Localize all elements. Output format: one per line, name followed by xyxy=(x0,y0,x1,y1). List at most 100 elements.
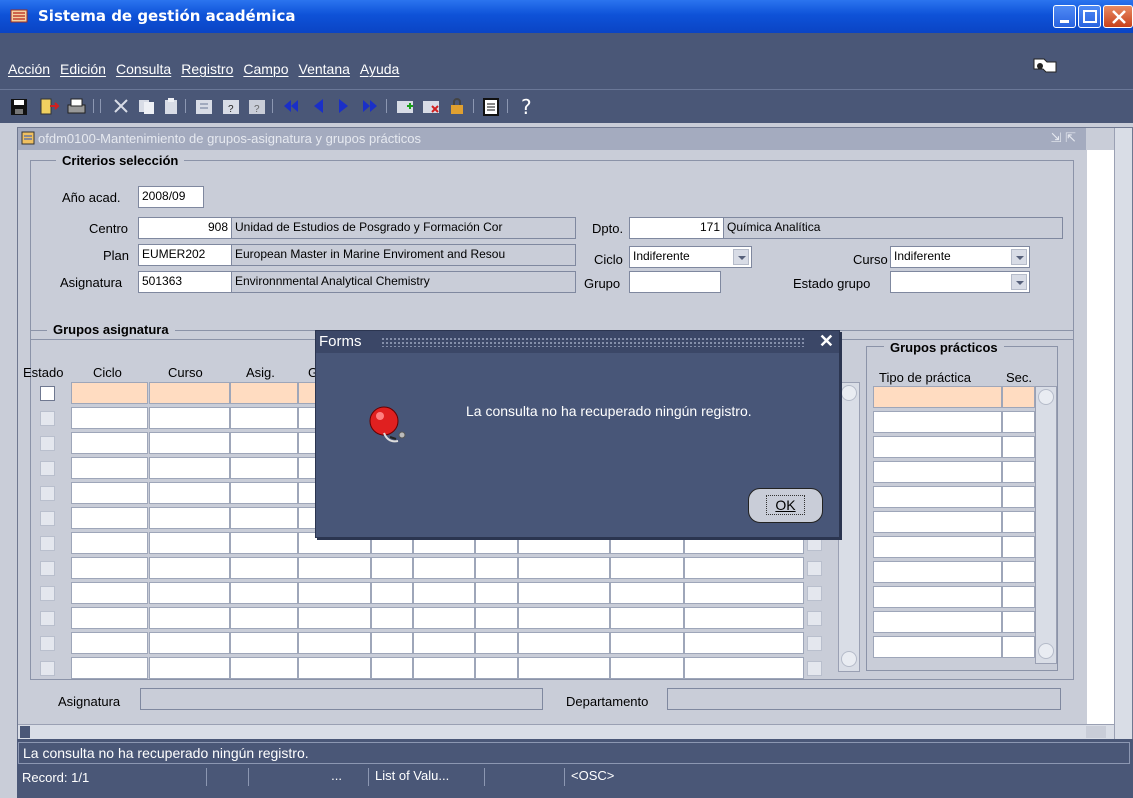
help-icon[interactable]: ? xyxy=(516,94,538,118)
grid-cell[interactable] xyxy=(413,632,475,654)
delete-record-icon[interactable] xyxy=(420,94,442,118)
grid-cell[interactable] xyxy=(71,582,148,604)
grid-cell[interactable] xyxy=(475,607,518,629)
list-values-icon[interactable] xyxy=(480,94,502,118)
grid-cell[interactable] xyxy=(149,507,230,529)
grid-cell[interactable] xyxy=(149,482,230,504)
grid-cell[interactable] xyxy=(371,607,413,629)
ok-button[interactable]: OK xyxy=(748,488,823,523)
cut-icon[interactable] xyxy=(110,94,132,118)
practicos-cell[interactable] xyxy=(1002,511,1035,533)
plan-code-field[interactable]: EUMER202 xyxy=(138,244,232,266)
practicos-cell[interactable] xyxy=(1002,536,1035,558)
menu-consulta[interactable]: Consulta xyxy=(116,61,171,77)
grid-cell[interactable] xyxy=(230,632,298,654)
grid-cell[interactable] xyxy=(230,482,298,504)
grid-cell[interactable] xyxy=(475,657,518,679)
grid-cell[interactable] xyxy=(413,582,475,604)
grid-cell[interactable] xyxy=(230,582,298,604)
grid-cell[interactable] xyxy=(71,482,148,504)
estado-checkbox[interactable] xyxy=(40,511,55,526)
grid-cell[interactable] xyxy=(518,632,610,654)
practicos-cell[interactable] xyxy=(1002,436,1035,458)
chevron-down-icon[interactable] xyxy=(733,249,749,265)
grid-cell[interactable] xyxy=(371,632,413,654)
practicos-cell[interactable] xyxy=(873,586,1002,608)
practicos-cell[interactable] xyxy=(873,486,1002,508)
minimize-button[interactable] xyxy=(1053,5,1076,28)
centro-code-field[interactable]: 908 xyxy=(138,217,232,239)
grid-cell[interactable] xyxy=(413,607,475,629)
next-record-icon[interactable] xyxy=(333,94,355,118)
grid-cell[interactable] xyxy=(149,582,230,604)
grid-cell[interactable] xyxy=(298,582,371,604)
row-checkbox[interactable] xyxy=(807,536,822,551)
grid-cell[interactable] xyxy=(71,557,148,579)
scroll-down-icon[interactable] xyxy=(841,651,857,667)
grid-cell[interactable] xyxy=(71,432,148,454)
grid-cell[interactable] xyxy=(518,657,610,679)
grid-cell[interactable] xyxy=(71,607,148,629)
practicos-cell[interactable] xyxy=(873,611,1002,633)
grid-cell[interactable] xyxy=(149,432,230,454)
asignatura-code-field[interactable]: 501363 xyxy=(138,271,232,293)
practicos-cell[interactable] xyxy=(873,411,1002,433)
grid-cell[interactable] xyxy=(230,457,298,479)
estado-checkbox[interactable] xyxy=(40,586,55,601)
grid-cell[interactable] xyxy=(518,582,610,604)
menu-registro[interactable]: Registro xyxy=(181,61,233,77)
grid-cell[interactable] xyxy=(149,532,230,554)
practicos-cell[interactable] xyxy=(1002,611,1035,633)
practicos-cell[interactable] xyxy=(873,511,1002,533)
previous-record-icon[interactable] xyxy=(307,94,329,118)
grid-cell[interactable] xyxy=(475,557,518,579)
menu-ventana[interactable]: Ventana xyxy=(299,61,350,77)
grid-cell[interactable] xyxy=(149,607,230,629)
dpto-code-field[interactable]: 171 xyxy=(629,217,724,239)
grid-cell[interactable] xyxy=(230,657,298,679)
grid-cell[interactable] xyxy=(518,607,610,629)
grid-cell[interactable] xyxy=(230,507,298,529)
grid-cell[interactable] xyxy=(371,657,413,679)
scroll-right-icon[interactable] xyxy=(1086,726,1106,738)
scroll-down-icon[interactable] xyxy=(1038,643,1054,659)
menu-ayuda[interactable]: Ayuda xyxy=(360,61,399,77)
grid-cell[interactable] xyxy=(610,632,684,654)
grid-cell[interactable] xyxy=(71,657,148,679)
grid-cell[interactable] xyxy=(149,657,230,679)
menu-campo[interactable]: Campo xyxy=(243,61,288,77)
grid-cell[interactable] xyxy=(149,557,230,579)
estado-checkbox[interactable] xyxy=(40,411,55,426)
grid-cell[interactable] xyxy=(684,632,804,654)
practicos-cell[interactable] xyxy=(1002,486,1035,508)
practicos-cell[interactable] xyxy=(1002,636,1035,658)
practicos-cell[interactable] xyxy=(873,636,1002,658)
next-block-icon[interactable] xyxy=(359,94,381,118)
row-checkbox[interactable] xyxy=(807,636,822,651)
grid-cell[interactable] xyxy=(518,557,610,579)
save-icon[interactable] xyxy=(8,94,30,118)
grid-cell[interactable] xyxy=(149,632,230,654)
grid-cell[interactable] xyxy=(71,507,148,529)
curso-select[interactable]: Indiferente xyxy=(890,246,1030,268)
grid-cell[interactable] xyxy=(413,657,475,679)
estado-checkbox[interactable] xyxy=(40,386,55,401)
row-checkbox[interactable] xyxy=(807,661,822,676)
scroll-left-icon[interactable] xyxy=(20,726,30,738)
maximize-button[interactable] xyxy=(1078,5,1101,28)
estado-checkbox[interactable] xyxy=(40,661,55,676)
close-button[interactable] xyxy=(1103,5,1133,28)
estado-checkbox[interactable] xyxy=(40,611,55,626)
grid-cell[interactable] xyxy=(230,532,298,554)
grid-cell[interactable] xyxy=(149,407,230,429)
grid-cell[interactable] xyxy=(475,632,518,654)
grupos-vertical-scrollbar[interactable] xyxy=(838,382,860,672)
grid-cell[interactable] xyxy=(610,607,684,629)
grid-cell[interactable] xyxy=(71,532,148,554)
menu-accion[interactable]: Acción xyxy=(8,61,50,77)
grid-cell[interactable] xyxy=(684,657,804,679)
practicos-cell[interactable] xyxy=(873,461,1002,483)
dialog-close-icon[interactable]: ✕ xyxy=(819,331,834,352)
practicos-cell[interactable] xyxy=(1002,586,1035,608)
grid-cell[interactable] xyxy=(610,557,684,579)
